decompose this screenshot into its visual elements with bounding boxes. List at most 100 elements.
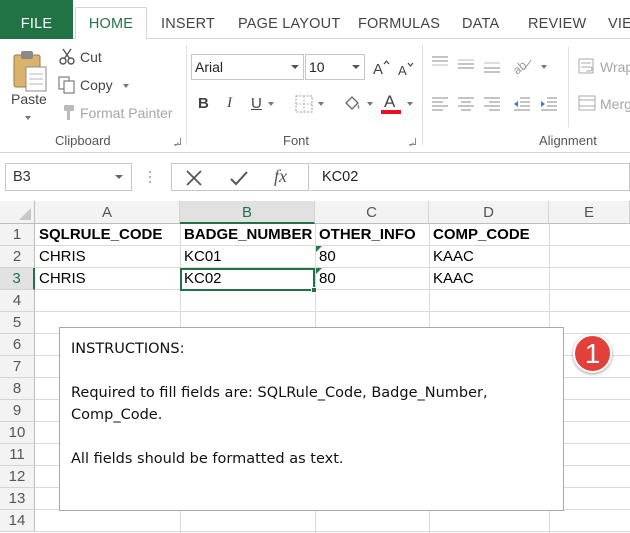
merge-center-button[interactable]: Merg	[600, 96, 630, 112]
decrease-font-size-icon[interactable]: A	[397, 61, 415, 80]
copy-button[interactable]: Copy	[80, 77, 113, 93]
copy-icon[interactable]	[58, 76, 76, 97]
orientation-icon[interactable]: ab	[510, 56, 534, 77]
align-middle-icon[interactable]	[457, 58, 475, 75]
row-header-8[interactable]: 8	[0, 378, 35, 400]
tab-view[interactable]: VIE	[608, 0, 630, 39]
cut-icon[interactable]	[58, 48, 76, 69]
fill-color-icon[interactable]	[343, 94, 363, 115]
row-header-13[interactable]: 13	[0, 488, 35, 510]
tab-data[interactable]: DATA	[462, 0, 499, 39]
align-left-icon[interactable]	[431, 97, 449, 114]
chevron-down-icon	[352, 65, 360, 69]
underline-dropdown-icon[interactable]	[268, 102, 274, 106]
insert-function-button[interactable]: fx	[274, 166, 287, 187]
copy-dropdown-icon[interactable]	[123, 84, 129, 88]
font-name-value: Arial	[195, 59, 224, 75]
increase-indent-icon[interactable]	[540, 97, 558, 114]
clipboard-launcher-icon[interactable]	[174, 138, 181, 145]
wrap-text-icon[interactable]	[578, 58, 596, 77]
merge-center-icon[interactable]	[578, 95, 596, 114]
increase-font-size-icon[interactable]: A	[372, 59, 390, 78]
error-indicator-icon[interactable]	[316, 268, 322, 274]
paste-button[interactable]	[8, 47, 52, 97]
instructions-note[interactable]: INSTRUCTIONS: Required to fill fields ar…	[59, 327, 564, 511]
row-header-12[interactable]: 12	[0, 466, 35, 488]
cell-b1[interactable]: BADGE_NUMBER	[180, 224, 315, 246]
cell-a3[interactable]: CHRIS	[35, 268, 180, 290]
row-header-7[interactable]: 7	[0, 356, 35, 378]
borders-icon[interactable]	[295, 95, 313, 116]
formula-buttons: fx	[171, 163, 309, 191]
format-painter-button[interactable]: Format Painter	[80, 105, 173, 121]
tab-review[interactable]: REVIEW	[528, 0, 586, 39]
font-launcher-icon[interactable]	[409, 138, 416, 145]
tab-page-layout[interactable]: PAGE LAYOUT	[238, 0, 340, 39]
paste-label[interactable]: Paste	[11, 91, 47, 107]
note-line-2: Comp_Code.	[71, 407, 163, 423]
cell-c2[interactable]: 80	[315, 246, 429, 268]
paste-dropdown-icon[interactable]	[25, 116, 31, 120]
svg-text:A: A	[373, 61, 383, 75]
tab-formulas[interactable]: FORMULAS	[358, 0, 440, 39]
column-header-b[interactable]: B	[180, 201, 315, 224]
row-header-1[interactable]: 1	[0, 224, 35, 246]
underline-button[interactable]: U	[251, 95, 262, 112]
cell-a2[interactable]: CHRIS	[35, 246, 180, 268]
column-header-e[interactable]: E	[549, 201, 630, 224]
font-color-button[interactable]: A	[384, 92, 395, 112]
column-header-c[interactable]: C	[315, 201, 429, 224]
cut-button[interactable]: Cut	[80, 49, 102, 65]
font-color-dropdown-icon[interactable]	[407, 102, 413, 106]
orientation-dropdown-icon[interactable]	[541, 65, 547, 69]
ribbon-home: Paste Cut Copy Format Painter Clipboard …	[0, 39, 630, 153]
align-center-icon[interactable]	[457, 97, 475, 114]
font-size-select[interactable]: 10	[305, 54, 365, 80]
cell-d3[interactable]: KAAC	[429, 268, 549, 290]
column-header-a[interactable]: A	[35, 201, 180, 224]
row-header-5[interactable]: 5	[0, 312, 35, 334]
align-bottom-icon[interactable]	[483, 60, 501, 77]
row-header-14[interactable]: 14	[0, 510, 35, 532]
row-header-9[interactable]: 9	[0, 400, 35, 422]
format-painter-icon[interactable]	[58, 104, 76, 125]
error-indicator-icon[interactable]	[316, 246, 322, 252]
align-top-icon[interactable]	[431, 56, 449, 73]
row-header-6[interactable]: 6	[0, 334, 35, 356]
svg-text:A: A	[398, 63, 407, 77]
select-all-corner[interactable]	[0, 201, 35, 224]
align-right-icon[interactable]	[483, 97, 501, 114]
decrease-indent-icon[interactable]	[513, 97, 531, 114]
cell-c3[interactable]: 80	[315, 268, 429, 290]
row-header-2[interactable]: 2	[0, 246, 35, 268]
tab-file[interactable]: FILE	[0, 0, 73, 39]
row-header-10[interactable]: 10	[0, 422, 35, 444]
borders-dropdown-icon[interactable]	[318, 102, 324, 106]
cell-a1[interactable]: SQLRULE_CODE	[35, 224, 180, 246]
name-box[interactable]: B3	[5, 163, 132, 191]
fill-color-dropdown-icon[interactable]	[367, 102, 373, 106]
gridline	[35, 311, 630, 312]
formula-input[interactable]: KC02	[310, 163, 630, 191]
wrap-text-button[interactable]: Wrap	[600, 59, 630, 75]
cell-d2[interactable]: KAAC	[429, 246, 549, 268]
bold-button[interactable]: B	[198, 95, 209, 112]
row-header-4[interactable]: 4	[0, 290, 35, 312]
row-header-11[interactable]: 11	[0, 444, 35, 466]
cancel-icon[interactable]	[185, 169, 203, 190]
font-name-select[interactable]: Arial	[191, 54, 304, 80]
note-line-1: Required to fill fields are: SQLRule_Cod…	[71, 385, 488, 401]
cell-d1[interactable]: COMP_CODE	[429, 224, 549, 246]
enter-check-icon[interactable]	[229, 169, 249, 190]
cell-b2[interactable]: KC01	[180, 246, 315, 268]
italic-button[interactable]: I	[227, 95, 232, 112]
column-header-d[interactable]: D	[429, 201, 549, 224]
alignment-group-label: Alignment	[539, 133, 597, 148]
active-cell-border	[180, 268, 315, 291]
tab-insert[interactable]: INSERT	[161, 0, 215, 39]
chevron-down-icon	[291, 65, 299, 69]
formula-bar-grip-icon[interactable]	[148, 169, 152, 185]
row-header-3[interactable]: 3	[0, 268, 35, 290]
fill-handle[interactable]	[311, 287, 317, 293]
cell-c1[interactable]: OTHER_INFO	[315, 224, 429, 246]
